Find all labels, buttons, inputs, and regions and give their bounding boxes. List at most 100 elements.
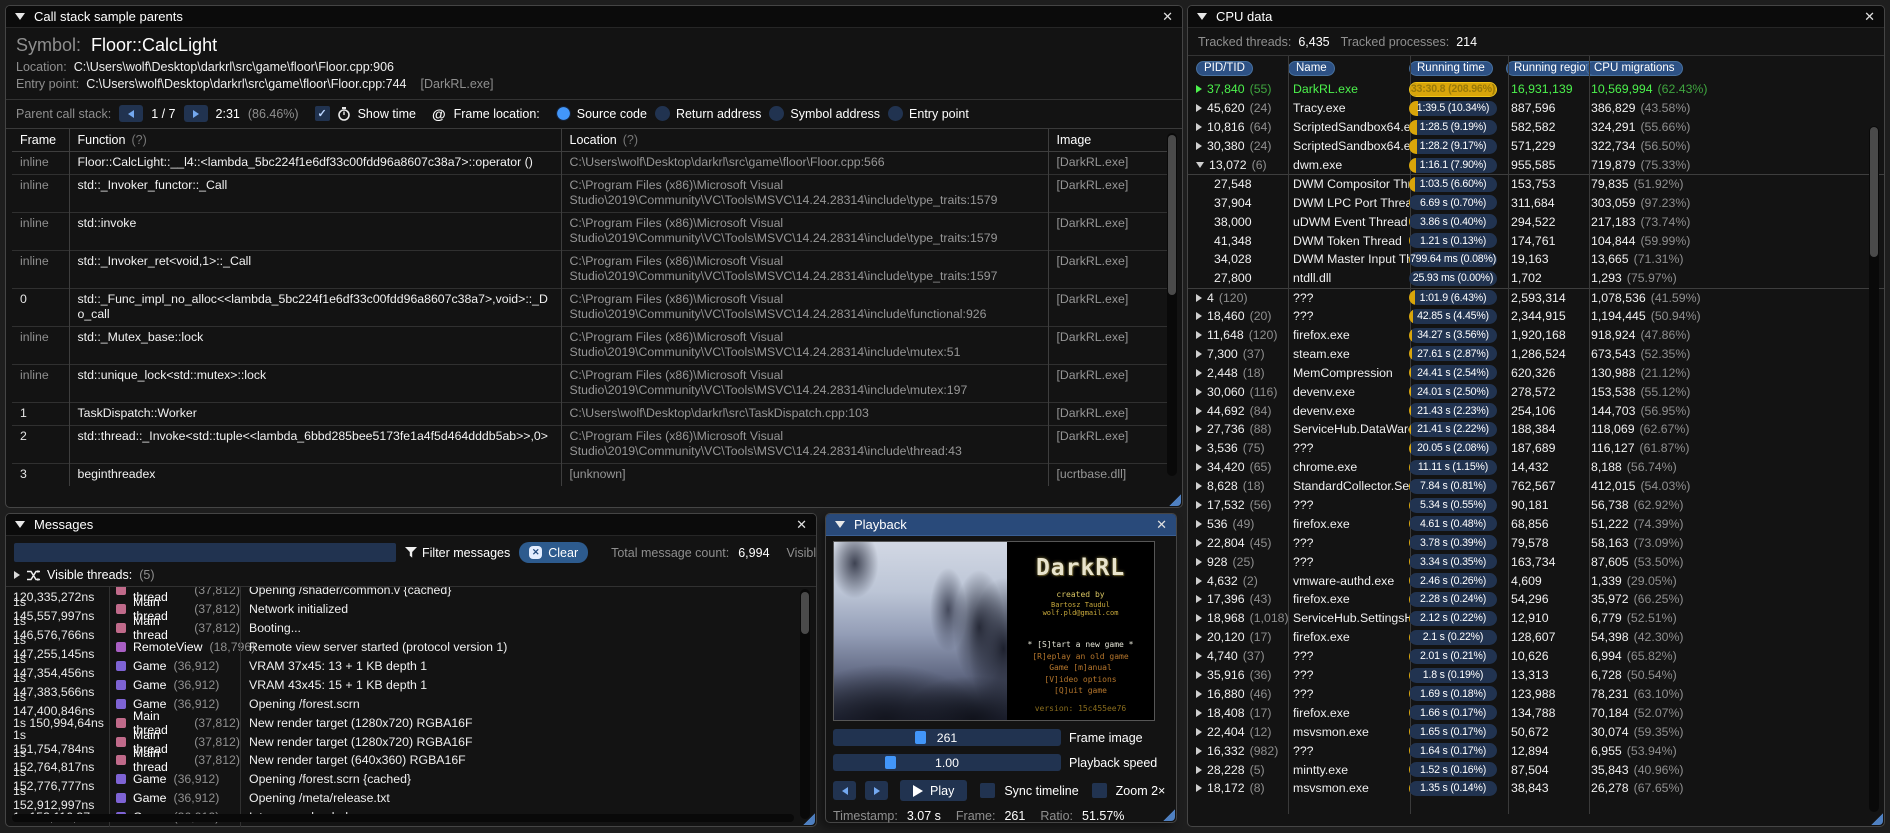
callstack-row[interactable]: inline std::_Invoker_ret<void,1>::_Call C:…: [12, 250, 1168, 289]
expand-arrow-icon[interactable]: [1196, 671, 1202, 680]
expand-arrow-icon[interactable]: [1196, 406, 1202, 415]
cpu-row[interactable]: 20,120 (17) firefox.exe 2.1 s (0.22%) 128,60…: [1188, 628, 1884, 647]
next-frame-button[interactable]: [865, 781, 888, 800]
cpu-row[interactable]: 41,348 DWM Token Thread 1.21 s (0.13%) 174,…: [1188, 231, 1884, 250]
callstack-row[interactable]: 0 std::_Func_impl_no_alloc<<lambda_5bc224…: [12, 288, 1168, 327]
resize-grip[interactable]: [1168, 493, 1181, 506]
play-button[interactable]: Play: [900, 780, 968, 801]
message-row[interactable]: 1s 147,400,846ns Game (36,912) Opening /for…: [6, 690, 816, 718]
pid-cell[interactable]: 17,532 (56): [1196, 498, 1288, 512]
pid-cell[interactable]: 27,800: [1196, 271, 1288, 285]
pid-cell[interactable]: 7,300 (37): [1196, 347, 1288, 361]
pid-cell[interactable]: 11,648 (120): [1196, 328, 1288, 342]
pid-cell[interactable]: 16,880 (46): [1196, 687, 1288, 701]
messages-titlebar[interactable]: Messages ✕: [6, 514, 816, 536]
expand-arrow-icon[interactable]: [1196, 368, 1202, 377]
pid-cell[interactable]: 37,840 (55): [1196, 82, 1288, 96]
expand-arrow-icon[interactable]: [1196, 557, 1202, 566]
col-location[interactable]: Location (?): [560, 129, 1048, 152]
cpu-row[interactable]: 37,904 DWM LPC Port Thread 6.69 s (0.70%) 3…: [1188, 193, 1884, 212]
pid-cell[interactable]: 18,460 (20): [1196, 309, 1288, 323]
zoom-2x-checkbox[interactable]: [1091, 783, 1107, 798]
expand-arrow-icon[interactable]: [1196, 293, 1202, 302]
pid-cell[interactable]: 44,692 (84): [1196, 404, 1288, 418]
messages-scrollbar[interactable]: [800, 589, 810, 819]
pid-cell[interactable]: 10,816 (64): [1196, 120, 1288, 134]
callstack-row[interactable]: 1 TaskDispatch::Worker C:\Users\wolf\Deskt…: [12, 402, 1168, 426]
message-row[interactable]: 1s 152,912,997ns Game (36,912) Opening /met…: [6, 784, 816, 812]
pid-cell[interactable]: 34,420 (65): [1196, 460, 1288, 474]
cpu-row[interactable]: 4,740 (37)??? 2.01 s (0.21%) 10,626 6,994 (65…: [1188, 647, 1884, 666]
scrollbar-thumb[interactable]: [1168, 135, 1176, 295]
cpu-row[interactable]: 27,736 (88) ServiceHub.DataWarehouseHost.e…: [1188, 420, 1884, 439]
pid-cell[interactable]: 27,736 (88): [1196, 422, 1288, 436]
collapse-icon[interactable]: [1197, 13, 1207, 20]
radio-option-return-address[interactable]: Return address: [654, 106, 761, 121]
cpu-titlebar[interactable]: CPU data ✕: [1188, 6, 1884, 28]
cpu-row[interactable]: 30,060 (116) devenv.exe 24.01 s (2.50%) 278,…: [1188, 382, 1884, 401]
callstack-row[interactable]: inline std::invoke C:\Program Files (x86)\…: [12, 212, 1168, 251]
pid-cell[interactable]: 35,916 (36): [1196, 668, 1288, 682]
function-cell[interactable]: std::unique_lock<std::mutex>::lock: [68, 364, 561, 403]
message-row[interactable]: 1s 150,994,64ns Main thread (37,812) New re…: [6, 709, 816, 737]
expand-arrow-icon[interactable]: [1196, 123, 1202, 132]
cpu-column-button[interactable]: PID/TID: [1196, 61, 1253, 76]
expand-arrow-icon[interactable]: [1196, 349, 1202, 358]
close-icon[interactable]: ✕: [1162, 10, 1173, 23]
pid-cell[interactable]: 8,628 (18): [1196, 479, 1288, 493]
radio-option-source-code[interactable]: Source code: [555, 106, 647, 121]
expand-arrow-icon[interactable]: [1196, 614, 1202, 623]
resize-grip[interactable]: [1870, 812, 1883, 825]
pid-cell[interactable]: 16,332 (982): [1196, 744, 1288, 758]
expand-arrow-icon[interactable]: [1196, 85, 1202, 94]
frame-image-slider[interactable]: 261: [833, 729, 1061, 746]
expand-arrow-icon[interactable]: [1196, 482, 1202, 491]
col-function[interactable]: Function (?): [68, 129, 561, 152]
col-frame[interactable]: Frame: [12, 129, 69, 152]
radio-option-entry-point[interactable]: Entry point: [888, 106, 969, 121]
sync-timeline-checkbox[interactable]: [980, 783, 996, 798]
message-row[interactable]: 1s 147,383,566ns Game (36,912) VRAM 43x45: …: [6, 671, 816, 699]
cpu-row[interactable]: 928 (25)??? 3.34 s (0.35%) 163,734 87,605 (53…: [1188, 552, 1884, 571]
message-row[interactable]: 1s 120,335,272nsMain thread(37,812)Openi…: [6, 587, 816, 604]
visible-threads-row[interactable]: Visible threads: (5): [6, 567, 816, 586]
expand-arrow-icon[interactable]: [1196, 331, 1202, 340]
pid-cell[interactable]: 17,396 (43): [1196, 592, 1288, 606]
callstack-scrollbar[interactable]: [1167, 133, 1177, 476]
close-icon[interactable]: ✕: [1156, 518, 1167, 531]
expand-arrow-icon[interactable]: [1196, 501, 1202, 510]
prev-callstack-button[interactable]: [119, 105, 144, 122]
cpu-row[interactable]: 27,800 ntdll.dll 25.93 ms (0.00%) 1,702 1,29…: [1188, 269, 1884, 288]
pid-cell[interactable]: 4,740 (37): [1196, 649, 1288, 663]
message-row[interactable]: 1s 147,255,145ns RemoteView (18,796) Remote…: [6, 633, 816, 661]
message-row[interactable]: 1s 145,557,997ns Main thread (37,812) Netwo…: [6, 595, 816, 623]
expand-arrow-icon[interactable]: [1196, 444, 1202, 453]
pid-cell[interactable]: 28,228 (5): [1196, 763, 1288, 777]
close-icon[interactable]: ✕: [1864, 10, 1875, 23]
function-cell[interactable]: std::thread::_Invoke<std::tuple<<lambda_…: [68, 425, 561, 464]
callstack-row[interactable]: inline std::_Invoker_functor::_Call C:\Pro…: [12, 174, 1168, 213]
message-row[interactable]: 1s 147,354,456ns Game (36,912) VRAM 37x45: …: [6, 652, 816, 680]
pid-cell[interactable]: 4,632 (2): [1196, 574, 1288, 588]
pid-cell[interactable]: 22,804 (45): [1196, 536, 1288, 550]
pid-cell[interactable]: 30,380 (24): [1196, 139, 1288, 153]
message-row[interactable]: 1s 152,776,777ns Game (36,912) Opening /for…: [6, 765, 816, 793]
cpu-row[interactable]: 34,028 DWM Master Input Thread799.64 ms (…: [1188, 250, 1884, 269]
cpu-row[interactable]: 536 (49) firefox.exe 4.61 s (0.48%) 68,856 51…: [1188, 514, 1884, 533]
expand-icon[interactable]: [14, 571, 20, 579]
cpu-row[interactable]: 3,536 (75)??? 20.05 s (2.08%) 187,689 116,12…: [1188, 439, 1884, 458]
cpu-row[interactable]: 13,072 (6) dwm.exe 1:16.1 (7.90%) 955,585 719…: [1188, 156, 1884, 175]
expand-arrow-icon[interactable]: [1196, 312, 1202, 321]
radio-icon[interactable]: [888, 106, 904, 121]
pid-cell[interactable]: 27,548: [1196, 177, 1288, 191]
callstack-row[interactable]: inline Floor::CalcLight::__l4::<lambda_5b…: [12, 151, 1168, 175]
cpu-row[interactable]: 2,448 (18) MemCompression 24.41 s (2.54%) 62…: [1188, 363, 1884, 382]
collapse-arrow-icon[interactable]: [1196, 162, 1204, 168]
resize-grip[interactable]: [1162, 808, 1175, 821]
resize-grip[interactable]: [802, 812, 815, 825]
scrollbar-thumb[interactable]: [1870, 127, 1878, 257]
pid-cell[interactable]: 34,028: [1196, 252, 1288, 266]
function-cell[interactable]: std::_Invoker_ret<void,1>::_Call: [68, 250, 561, 289]
pid-cell[interactable]: 45,620 (24): [1196, 101, 1288, 115]
cpu-row[interactable]: 10,816 (64) ScriptedSandbox64.exe 1:28.5 (9…: [1188, 118, 1884, 137]
